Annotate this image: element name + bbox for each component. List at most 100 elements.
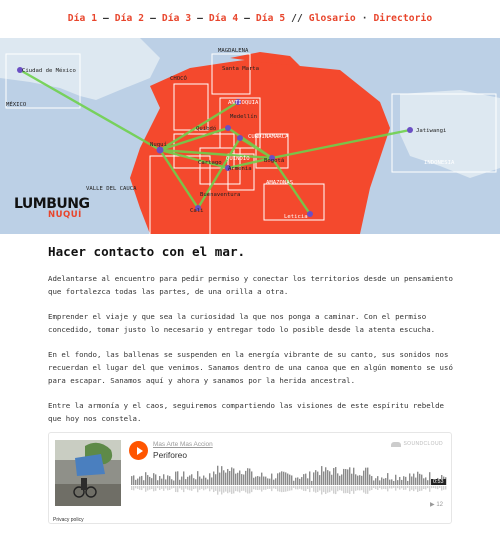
waveform-bar [333, 468, 335, 485]
waveform-reflection [293, 486, 295, 488]
waveform-reflection [445, 486, 447, 490]
nav-dia-3[interactable]: Día 3 [162, 13, 191, 24]
waveform-reflection [409, 486, 411, 492]
waveform-bar [421, 474, 423, 485]
waveform-bar [169, 476, 171, 485]
waveform-reflection [171, 486, 173, 489]
waveform-reflection [375, 486, 377, 490]
waveform-bar [307, 478, 309, 485]
waveform-reflection [213, 486, 215, 493]
nav-dia-4[interactable]: Día 4 [209, 13, 238, 24]
waveform-bar [315, 470, 317, 485]
waveform-reflection [291, 486, 293, 491]
waveform-reflection [157, 486, 159, 489]
waveform-reflection [431, 486, 433, 489]
play-button[interactable] [129, 441, 148, 460]
waveform-bar [139, 476, 141, 485]
waveform-reflection [337, 486, 339, 492]
waveform-bar [217, 465, 219, 485]
waveform-reflection [437, 486, 439, 490]
waveform-reflection [225, 486, 227, 492]
waveform-bar [167, 475, 169, 485]
waveform-reflection [399, 486, 401, 490]
waveform-bar [147, 475, 149, 485]
waveform-bar [365, 467, 367, 485]
track-title[interactable]: Periforeo [153, 450, 187, 460]
nav-dia-1[interactable]: Día 1 [68, 13, 97, 24]
nav-directorio[interactable]: Directorio [373, 13, 432, 24]
waveform-reflection [161, 486, 163, 489]
top-navigation: Día 1 — Día 2 — Día 3 — Día 4 — Día 5 //… [0, 0, 500, 36]
waveform-bar [353, 467, 355, 485]
map-label-cali: Cali [190, 208, 203, 214]
waveform-bar [357, 475, 359, 485]
waveform-reflection [273, 486, 275, 489]
waveform-bar [197, 471, 199, 485]
waveform-bar [191, 474, 193, 485]
map-label-amazonas: AMAZONAS [266, 180, 293, 186]
nav-dia-5[interactable]: Día 5 [256, 13, 285, 24]
waveform-bar [381, 477, 383, 485]
waveform-bar [369, 474, 371, 485]
article-paragraph: Adelantarse al encuentro para pedir perm… [48, 274, 453, 296]
waveform-reflection [359, 486, 361, 491]
route-map-banner: Ciudad de México MÉXICO CHOCÓ MAGDALENA … [0, 38, 500, 234]
map-label-valle: VALLE DEL CAUCA [86, 186, 137, 192]
article-paragraph: Emprender el viaje y que sea la curiosid… [48, 311, 436, 334]
waveform-reflection [261, 486, 263, 492]
waveform-bar [161, 478, 163, 485]
waveform-bar [341, 474, 343, 485]
waveform-reflection [385, 486, 387, 490]
waveform-bar [153, 473, 155, 485]
waveform-reflection [169, 486, 171, 490]
waveform-reflection [241, 486, 243, 491]
waveform-bar [293, 480, 295, 485]
waveform[interactable] [131, 463, 447, 499]
waveform-reflection [357, 486, 359, 491]
waveform-reflection [335, 486, 337, 495]
soundcloud-player: Mas Arte Mas Accion Periforeo SOUNDCLOUD… [48, 432, 452, 524]
waveform-bar [241, 474, 243, 485]
waveform-reflection [229, 486, 231, 493]
waveform-bar [305, 473, 307, 485]
waveform-bar [321, 466, 323, 485]
artist-link[interactable]: Mas Arte Mas Accion [153, 441, 213, 448]
waveform-reflection [235, 486, 237, 492]
soundcloud-logo[interactable]: SOUNDCLOUD [391, 441, 443, 447]
waveform-reflection [271, 486, 273, 492]
waveform-bar [209, 473, 211, 485]
waveform-reflection [167, 486, 169, 491]
waveform-bar [261, 472, 263, 485]
nav-glosario[interactable]: Glosario [309, 13, 356, 24]
waveform-bar [173, 480, 175, 485]
waveform-reflection [349, 486, 351, 494]
waveform-bar [423, 478, 425, 485]
waveform-reflection [195, 486, 197, 489]
waveform-bar [213, 471, 215, 485]
waveform-reflection [199, 486, 201, 490]
waveform-reflection [297, 486, 299, 490]
article-paragraph: Entre la armonía y el caos, seguiremos c… [48, 400, 445, 423]
waveform-bar [171, 479, 173, 485]
waveform-bar [391, 479, 393, 485]
waveform-reflection [137, 486, 139, 489]
waveform-reflection [153, 486, 155, 492]
waveform-reflection [323, 486, 325, 493]
waveform-reflection [243, 486, 245, 491]
waveform-reflection [423, 486, 425, 490]
waveform-bar [205, 477, 207, 485]
waveform-reflection [181, 486, 183, 490]
waveform-reflection [155, 486, 157, 491]
waveform-bar [277, 473, 279, 485]
waveform-bar [177, 471, 179, 485]
waveform-reflection [193, 486, 195, 490]
waveform-reflection [307, 486, 309, 490]
map-label-bogota: Bogotá [264, 157, 284, 164]
waveform-reflection [421, 486, 423, 491]
waveform-reflection [319, 486, 321, 491]
nav-dia-2[interactable]: Día 2 [115, 13, 144, 24]
map-label-antioquia: ANTIOQUIA [228, 100, 259, 106]
waveform-reflection [151, 486, 153, 490]
waveform-bar [157, 480, 159, 485]
privacy-policy-link[interactable]: Privacy policy [53, 517, 84, 523]
